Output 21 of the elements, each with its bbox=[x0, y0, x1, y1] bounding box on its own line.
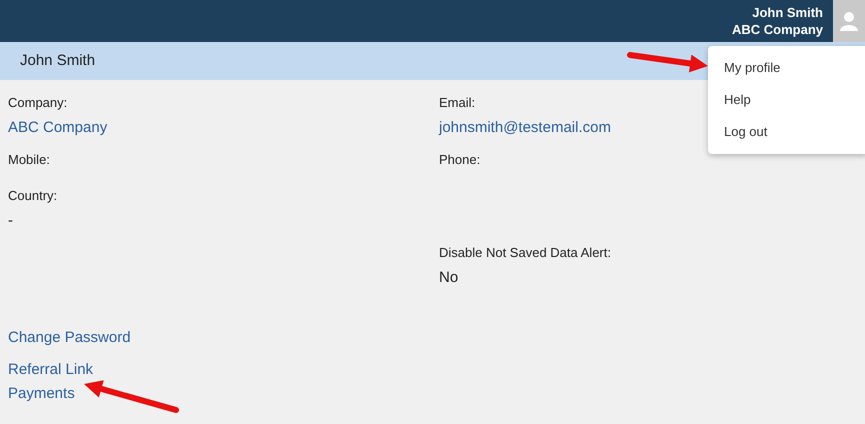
field-link[interactable]: johnsmith@testemail.com bbox=[439, 118, 611, 138]
profile-link[interactable]: Payments bbox=[8, 383, 75, 405]
field-label: Company: bbox=[8, 94, 68, 112]
field-link[interactable]: ABC Company bbox=[8, 118, 108, 138]
field-label: Email: bbox=[439, 94, 476, 112]
field-label: Mobile: bbox=[8, 151, 50, 169]
menu-item[interactable]: My profile bbox=[708, 52, 865, 84]
company-name: ABC Company bbox=[732, 21, 823, 38]
field-label: Disable Not Saved Data Alert: bbox=[439, 244, 611, 262]
profile-link[interactable]: Change Password bbox=[8, 327, 131, 349]
profile-link[interactable]: Referral Link bbox=[8, 359, 94, 381]
banner-title: John Smith bbox=[20, 50, 96, 71]
menu-item[interactable]: Help bbox=[708, 84, 865, 116]
user-icon bbox=[840, 11, 858, 31]
field-value: No bbox=[439, 268, 458, 288]
field-label: Phone: bbox=[439, 151, 480, 169]
field-value: - bbox=[8, 211, 13, 231]
user-avatar-button[interactable] bbox=[833, 0, 865, 42]
field-label: Country: bbox=[8, 187, 58, 205]
menu-item[interactable]: Log out bbox=[708, 116, 865, 148]
user-name: John Smith bbox=[752, 4, 823, 21]
